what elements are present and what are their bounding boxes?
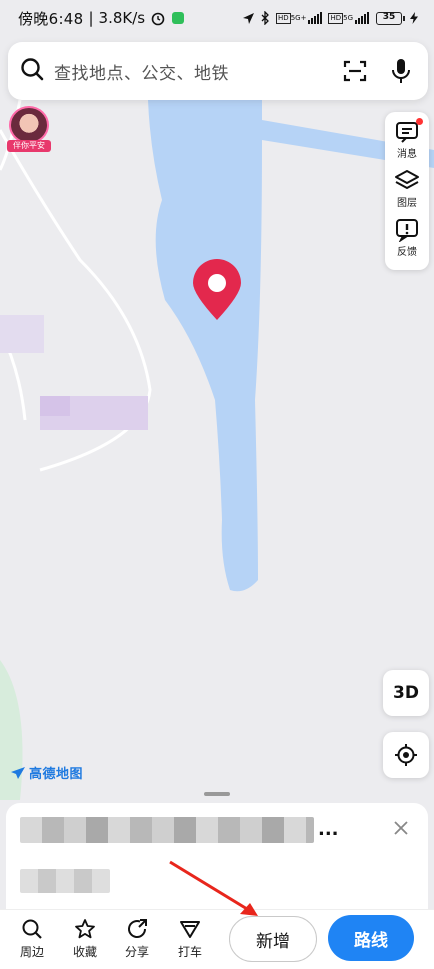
share-icon [128, 919, 147, 938]
close-button[interactable] [390, 817, 412, 839]
blurred-label [0, 315, 44, 353]
avatar-image [9, 106, 49, 144]
search-input[interactable]: 查找地点、公交、地铁 [54, 59, 324, 84]
amap-logo: 高德地图 [10, 763, 83, 782]
add-button[interactable]: 新增 [229, 916, 317, 962]
close-icon [394, 821, 408, 835]
nearby-button[interactable]: 周边 [12, 918, 52, 960]
alarm-icon [150, 10, 166, 26]
taxi-icon [180, 921, 200, 938]
charging-icon [410, 12, 418, 24]
microphone-icon[interactable] [386, 56, 416, 86]
place-detail-sheet: ... [6, 803, 428, 909]
feedback-icon [396, 219, 418, 242]
place-address-redacted [20, 869, 110, 893]
network-speed: 3.8K/s [98, 9, 146, 27]
paper-plane-icon [11, 766, 25, 779]
favorite-button[interactable]: 收藏 [65, 918, 105, 960]
layers-button[interactable]: 图层 [394, 169, 420, 218]
feedback-button[interactable]: 反馈 [395, 218, 419, 267]
hd-icon: HD [328, 12, 344, 24]
avatar-badge: 伴你平安 [7, 140, 51, 152]
app-notification-icon [171, 11, 185, 25]
taxi-button[interactable]: 打车 [170, 918, 210, 960]
share-button[interactable]: 分享 [117, 918, 157, 960]
search-bar[interactable]: 查找地点、公交、地铁 [8, 42, 428, 100]
map-tools-panel: 消息 图层 反馈 [385, 112, 429, 270]
status-time: 傍晚6:48 [18, 9, 84, 28]
avatar[interactable]: 伴你平安 [7, 106, 51, 152]
messages-button[interactable]: 消息 [395, 118, 423, 169]
title-ellipsis: ... [318, 819, 339, 840]
star-icon [75, 919, 95, 939]
hd-icon: HD [276, 12, 291, 24]
unread-dot [416, 118, 423, 125]
bluetooth-icon [260, 11, 270, 25]
crosshair-icon [395, 744, 417, 766]
status-bar: 傍晚6:48 | 3.8K/s HD 5G+ HD 5G 35 [0, 0, 434, 36]
signal-icon [355, 12, 369, 24]
sheet-drag-handle[interactable] [204, 792, 230, 796]
message-icon [396, 122, 418, 143]
search-icon [22, 919, 42, 939]
layers-icon [395, 170, 419, 189]
location-status-icon [242, 12, 255, 25]
place-title-redacted [20, 817, 314, 843]
route-button[interactable]: 路线 [328, 915, 414, 961]
3d-toggle-button[interactable]: 3D [383, 670, 429, 716]
search-icon [20, 57, 44, 85]
battery-icon: 35 [376, 11, 405, 25]
signal-icon [308, 12, 323, 24]
locate-me-button[interactable] [383, 732, 429, 778]
scan-icon[interactable] [340, 56, 370, 86]
